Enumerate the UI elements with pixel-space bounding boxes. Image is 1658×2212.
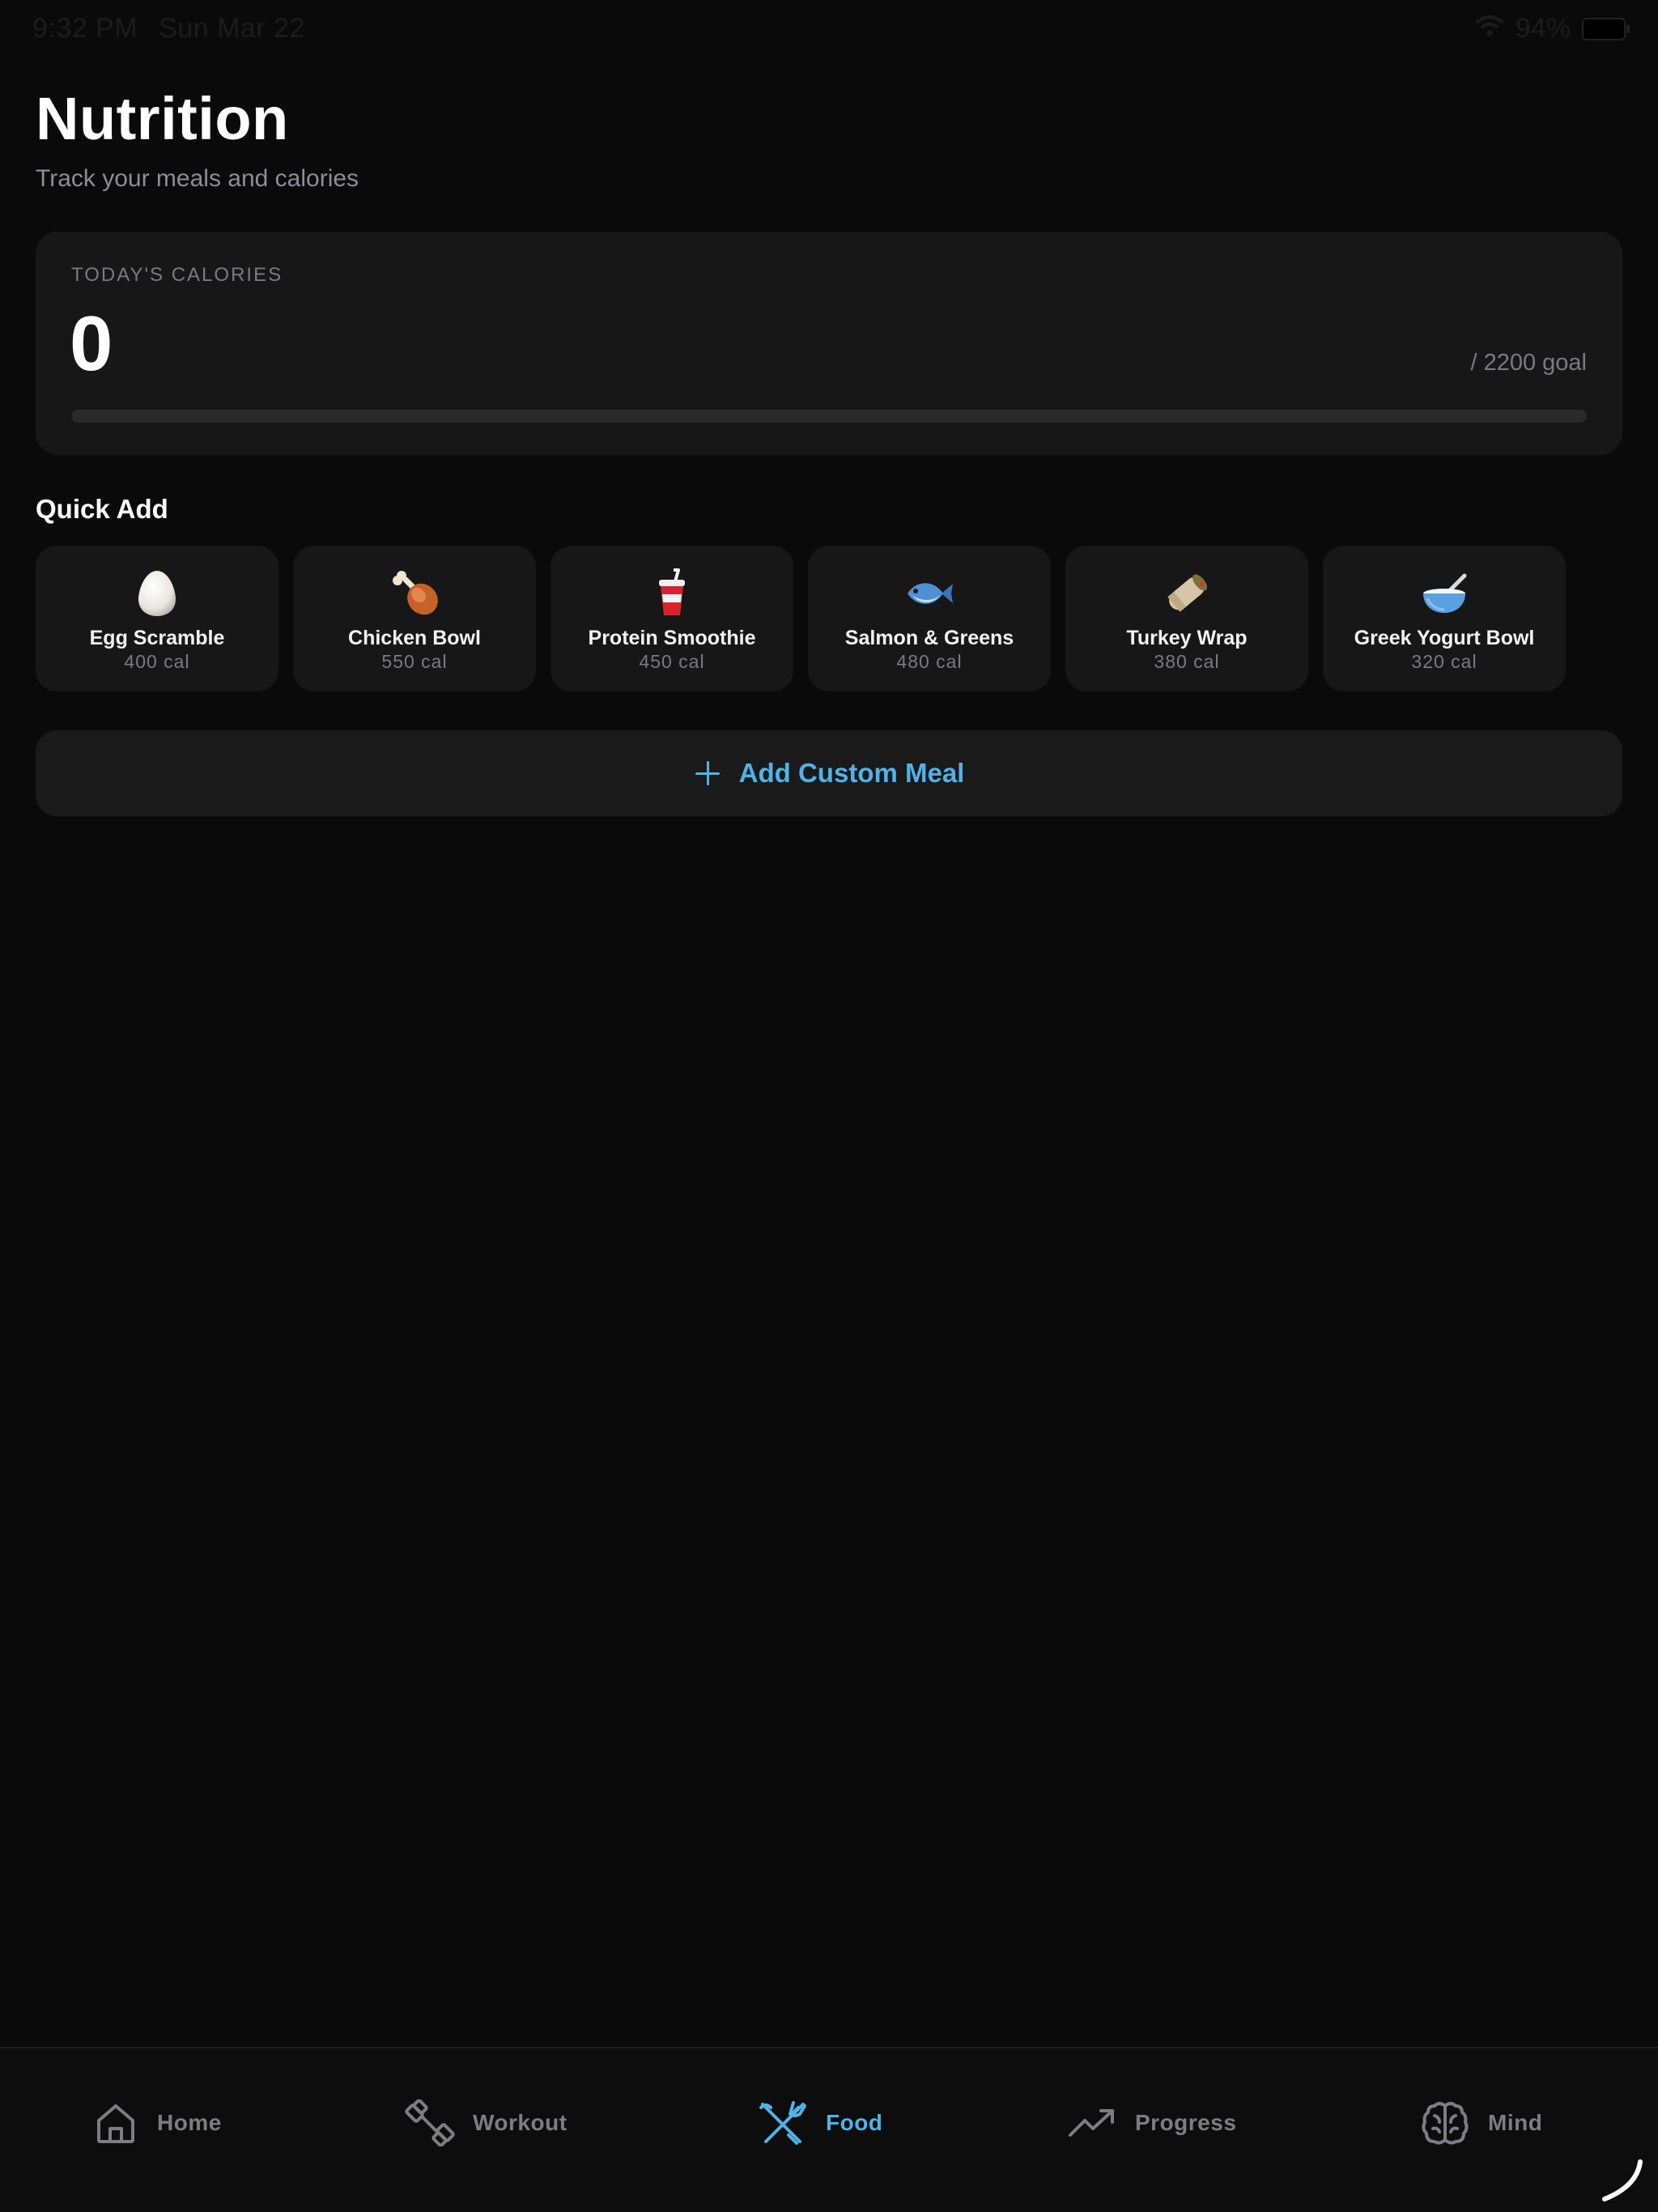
tab-home[interactable]: Home bbox=[92, 2092, 222, 2154]
home-indicator-icon bbox=[1598, 2157, 1647, 2206]
add-custom-meal-label: Add Custom Meal bbox=[738, 758, 965, 788]
status-date: Sun Mar 22 bbox=[159, 13, 305, 44]
meal-name: Turkey Wrap bbox=[1126, 627, 1248, 649]
quick-add-list: Egg Scramble 400 cal Chicken Bowl 550 ca… bbox=[36, 546, 1566, 691]
status-time-date: 9:32 PM Sun Mar 22 bbox=[32, 13, 305, 45]
tab-workout[interactable]: Workout bbox=[405, 2092, 568, 2154]
meal-name: Greek Yogurt Bowl bbox=[1354, 627, 1535, 649]
cup-with-straw-icon bbox=[551, 568, 793, 619]
dumbbell-icon bbox=[405, 2099, 455, 2146]
battery-percentage: 94% bbox=[1515, 13, 1571, 44]
nutrition-screen: 9:32 PM Sun Mar 22 94% Nutrition Track yo… bbox=[0, 0, 1658, 2212]
meal-calories: 480 cal bbox=[896, 651, 963, 672]
quick-add-title: Quick Add bbox=[36, 494, 168, 524]
status-indicators: 94% bbox=[1475, 13, 1630, 45]
meal-name: Chicken Bowl bbox=[348, 627, 481, 649]
meal-name: Protein Smoothie bbox=[588, 627, 756, 649]
bowl-with-spoon-icon bbox=[1323, 568, 1566, 619]
page-subtitle: Track your meals and calories bbox=[36, 165, 359, 192]
meal-name: Egg Scramble bbox=[89, 627, 225, 649]
status-time: 9:32 PM bbox=[32, 13, 138, 44]
plus-icon bbox=[694, 759, 721, 787]
brain-icon bbox=[1420, 2099, 1470, 2146]
quick-add-greek-yogurt-bowl[interactable]: Greek Yogurt Bowl 320 cal bbox=[1323, 546, 1566, 691]
meal-calories: 450 cal bbox=[639, 651, 705, 672]
meal-calories: 550 cal bbox=[381, 651, 448, 672]
wifi-icon bbox=[1475, 13, 1504, 45]
tab-mind[interactable]: Mind bbox=[1420, 2092, 1542, 2154]
tab-label: Food bbox=[826, 2110, 883, 2135]
utensils-crossed-icon bbox=[758, 2099, 808, 2146]
todays-calories-card: TODAY'S CALORIES 0 / 2200 goal bbox=[36, 232, 1622, 455]
page-title: Nutrition bbox=[36, 85, 289, 152]
status-bar: 9:32 PM Sun Mar 22 94% bbox=[0, 0, 1658, 58]
quick-add-turkey-wrap[interactable]: Turkey Wrap 380 cal bbox=[1065, 546, 1308, 691]
add-custom-meal-button[interactable]: Add Custom Meal bbox=[36, 730, 1622, 816]
quick-add-chicken-bowl[interactable]: Chicken Bowl 550 cal bbox=[293, 546, 536, 691]
tab-label: Progress bbox=[1135, 2110, 1237, 2135]
calories-label: TODAY'S CALORIES bbox=[71, 264, 283, 286]
quick-add-salmon-and-greens[interactable]: Salmon & Greens 480 cal bbox=[808, 546, 1051, 691]
home-icon bbox=[92, 2099, 139, 2146]
burrito-icon bbox=[1065, 568, 1308, 619]
calories-goal: / 2200 goal bbox=[1470, 350, 1587, 376]
tab-label: Home bbox=[157, 2110, 222, 2135]
meal-calories: 400 cal bbox=[124, 651, 190, 672]
meal-calories: 320 cal bbox=[1411, 651, 1477, 672]
tab-progress[interactable]: Progress bbox=[1067, 2092, 1236, 2154]
egg-icon bbox=[36, 568, 278, 619]
calories-value: 0 bbox=[70, 300, 113, 387]
chicken-leg-icon bbox=[293, 568, 536, 619]
tab-bar: Home Workout Food Progress Mind bbox=[0, 2047, 1658, 2212]
meal-calories: 380 cal bbox=[1154, 651, 1220, 672]
trending-up-icon bbox=[1067, 2099, 1117, 2146]
quick-add-egg-scramble[interactable]: Egg Scramble 400 cal bbox=[36, 546, 278, 691]
battery-icon bbox=[1582, 17, 1630, 40]
calories-progress-bar bbox=[71, 410, 1587, 423]
fish-icon bbox=[808, 568, 1051, 619]
tab-label: Workout bbox=[473, 2110, 568, 2135]
meal-name: Salmon & Greens bbox=[844, 627, 1014, 649]
quick-add-protein-smoothie[interactable]: Protein Smoothie 450 cal bbox=[551, 546, 793, 691]
tab-food[interactable]: Food bbox=[758, 2092, 882, 2154]
tab-label: Mind bbox=[1488, 2110, 1543, 2135]
